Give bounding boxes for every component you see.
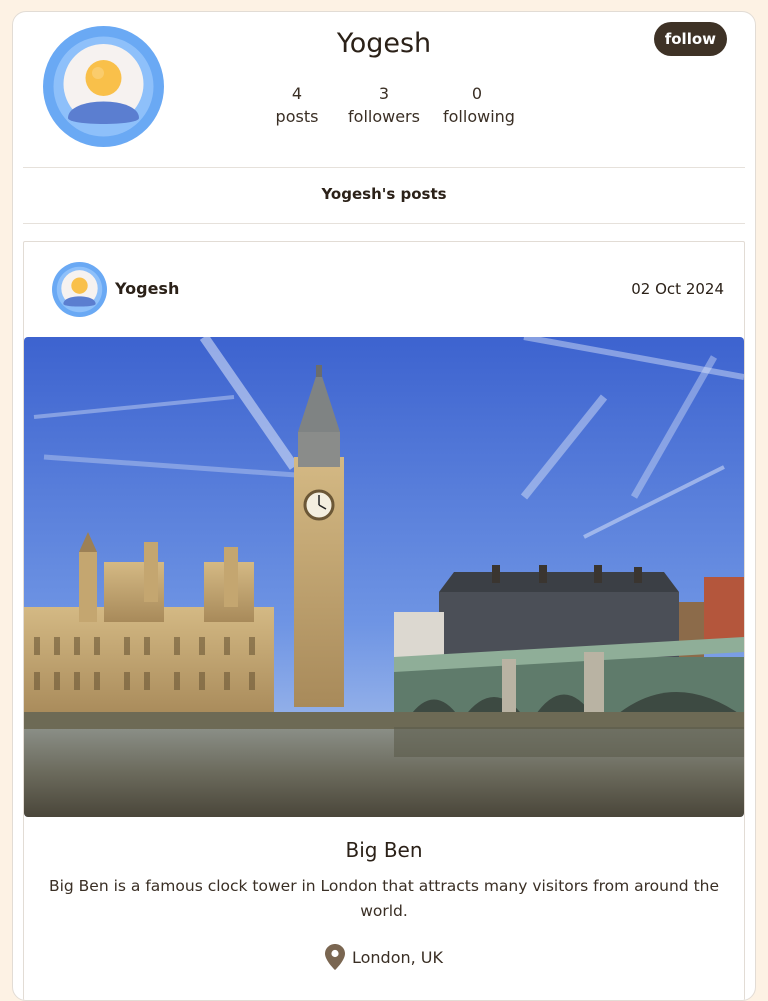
following-label: following [443,107,515,126]
section-title: Yogesh's posts [321,185,447,203]
post-image[interactable] [24,337,744,817]
post-author[interactable]: Yogesh [115,279,179,298]
post-body: Big Ben is a famous clock tower in Londo… [48,877,720,920]
stat-following[interactable]: 0 following [443,82,515,128]
stat-followers[interactable]: 3 followers [331,82,437,128]
profile-stats: 4 posts 3 followers 0 following [263,82,515,128]
posts-count: 4 [291,84,303,103]
post-title: Big Ben [345,838,423,862]
post-author-avatar[interactable] [52,262,107,317]
location-text: London, UK [351,947,444,967]
following-count: 0 [471,84,483,103]
profile-name: Yogesh [336,28,432,59]
divider [23,223,745,224]
post-location: London, UK [24,944,744,970]
followers-count: 3 [378,84,390,103]
map-pin-icon [324,944,345,970]
post-date: 02 Oct 2024 [631,280,724,298]
followers-label: followers [348,107,420,126]
profile-card: Yogesh follow 4 posts 3 followers 0 foll… [12,11,756,1001]
post-card: Yogesh 02 Oct 2024 Big Ben Big Ben is a … [23,241,745,1000]
divider [23,167,745,168]
profile-header: Yogesh follow 4 posts 3 followers 0 foll… [13,12,755,167]
posts-label: posts [275,107,319,126]
follow-button[interactable]: follow [653,22,727,56]
post-header: Yogesh 02 Oct 2024 [24,242,744,337]
stat-posts[interactable]: 4 posts [263,82,331,128]
